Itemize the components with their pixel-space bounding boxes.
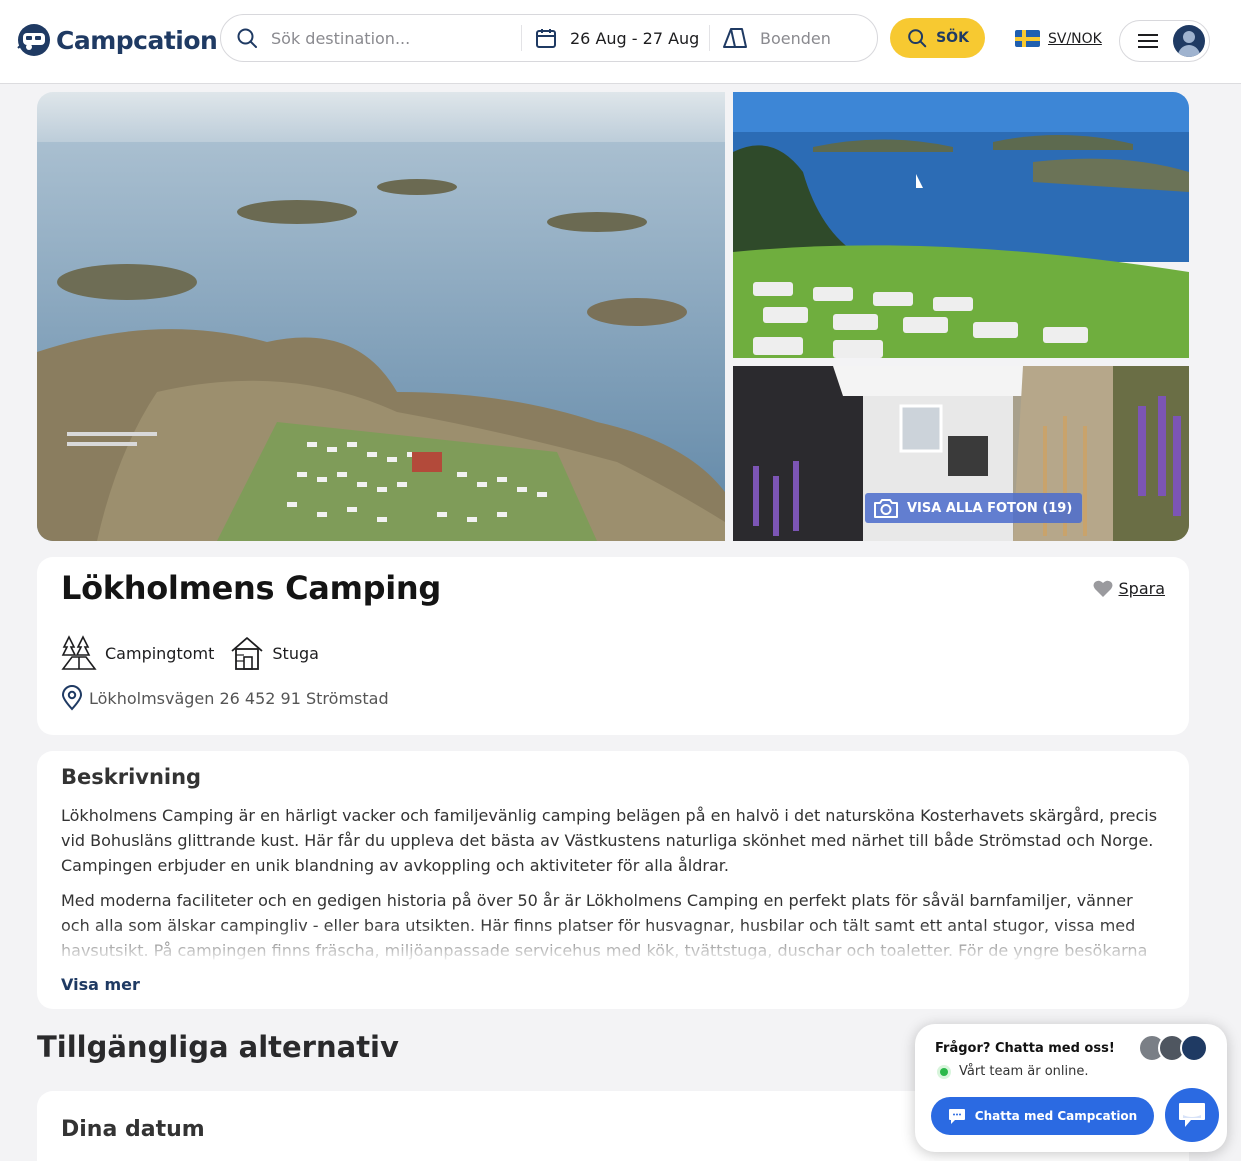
description-fade [61, 923, 1165, 963]
search-bar: Sök destination... 26 Aug - 27 Aug Boend… [220, 14, 878, 62]
calendar-icon [536, 29, 556, 48]
tent-icon [723, 28, 747, 48]
accommodation-types: Campingtomt Stuga [61, 635, 319, 671]
photo-gallery: VISA ALLA FOTON (19) [37, 92, 1189, 541]
hamburger-menu-icon [1138, 34, 1158, 48]
chat-online-text: Vårt team är online. [959, 1064, 1089, 1079]
type-cabin-label: Stuga [272, 643, 319, 663]
photo-caravans-by-sea[interactable] [733, 92, 1189, 358]
chat-open-icon [1179, 1103, 1205, 1127]
swedish-flag-icon [1015, 30, 1040, 47]
locale-label: SV/NOK [1048, 30, 1102, 47]
campcation-logo[interactable]: Campcation [16, 22, 218, 58]
available-options-heading: Tillgängliga alternativ [37, 1030, 399, 1064]
user-menu-button[interactable] [1119, 20, 1210, 62]
listing-address: Lökholmsvägen 26 452 91 Strömstad [61, 685, 389, 711]
campcation-avatar-icon [1180, 1034, 1208, 1062]
online-indicator-icon [937, 1064, 951, 1079]
chat-online-status: Vårt team är online. [937, 1064, 1089, 1079]
show-more-link[interactable]: Visa mer [61, 975, 140, 994]
destination-search-field[interactable]: Sök destination... [221, 15, 521, 61]
type-campsite-label: Campingtomt [105, 643, 215, 663]
user-avatar-icon [1173, 25, 1205, 57]
chat-launcher-button[interactable] [1165, 1088, 1219, 1142]
description-body: Lökholmens Camping är en härligt vacker … [61, 803, 1165, 963]
your-dates-heading: Dina datum [61, 1117, 205, 1142]
main-photo-aerial[interactable] [37, 92, 725, 541]
accommodation-type-field[interactable]: Boenden [709, 25, 877, 51]
show-all-photos-label: VISA ALLA FOTON (19) [907, 500, 1073, 516]
description-card: Beskrivning Lökholmens Camping är en här… [37, 751, 1189, 1009]
chat-widget: Frågor? Chatta med oss! Vårt team är onl… [915, 1024, 1227, 1152]
heart-icon [1093, 580, 1112, 597]
campsite-icon [61, 635, 97, 670]
search-icon [908, 29, 927, 48]
cabin-icon [231, 637, 263, 670]
locale-selector[interactable]: SV/NOK [1015, 30, 1102, 47]
search-button[interactable]: SÖK [890, 18, 985, 58]
camera-icon [874, 499, 898, 518]
save-button[interactable]: Spara [1093, 579, 1166, 598]
destination-placeholder: Sök destination... [271, 28, 411, 48]
date-range-value: 26 Aug - 27 Aug [570, 28, 700, 48]
location-pin-icon [61, 685, 83, 711]
search-button-label: SÖK [936, 30, 969, 46]
camper-logo-icon [17, 24, 50, 56]
listing-header-card: Lökholmens Camping Spara Campingtomt Stu… [37, 557, 1189, 735]
address-text: Lökholmsvägen 26 452 91 Strömstad [89, 688, 389, 708]
chat-start-label: Chatta med Campcation [974, 1109, 1138, 1123]
search-icon [237, 28, 257, 48]
support-agents-avatars [1138, 1034, 1208, 1062]
date-range-field[interactable]: 26 Aug - 27 Aug [521, 25, 709, 51]
type-campsite: Campingtomt [61, 635, 214, 671]
description-paragraph: Lökholmens Camping är en härligt vacker … [61, 806, 1158, 875]
show-all-photos-button[interactable]: VISA ALLA FOTON (19) [865, 493, 1083, 523]
chat-question: Frågor? Chatta med oss! [935, 1041, 1115, 1056]
description-heading: Beskrivning [61, 765, 202, 789]
save-label: Spara [1118, 579, 1166, 598]
chat-start-button[interactable]: Chatta med Campcation [931, 1097, 1154, 1135]
logo-text: Campcation [56, 25, 218, 55]
type-cabin: Stuga [230, 635, 319, 671]
listing-title: Lökholmens Camping [61, 569, 441, 607]
accommodation-placeholder: Boenden [760, 28, 831, 48]
chat-bubble-icon [948, 1108, 965, 1124]
top-navbar: Campcation Sök destination... 26 Aug - 2… [0, 0, 1241, 84]
